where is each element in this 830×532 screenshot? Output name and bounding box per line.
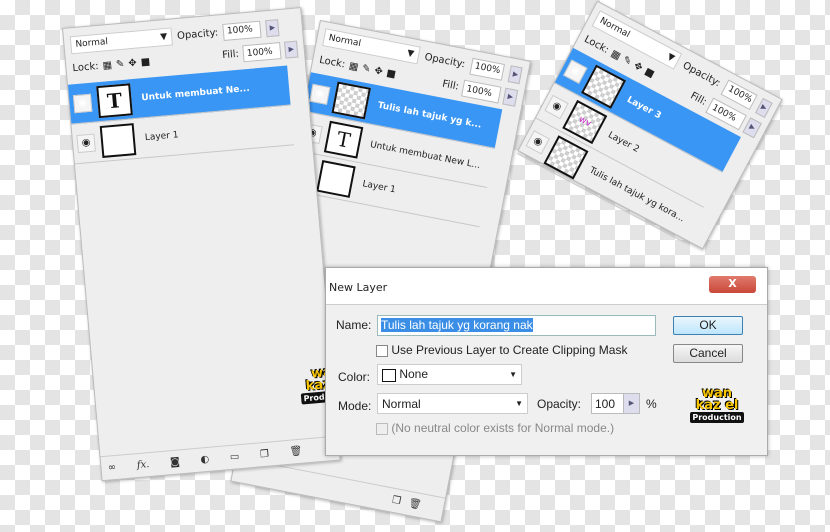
fill-input[interactable]: 100% [461,79,502,104]
opacity-input[interactable]: 100% [222,20,262,41]
eye-icon[interactable]: ◉ [309,83,331,105]
fill-label: Fill: [688,90,709,108]
chevron-down-icon: ▼ [159,31,168,43]
adjustment-icon[interactable]: ◐ [200,454,210,466]
color-select[interactable]: None ▼ [377,364,522,385]
layer-thumbnail: T [323,120,364,159]
mode-label: Mode: [338,399,372,413]
fill-input[interactable]: 100% [242,42,282,63]
fill-label: Fill: [441,78,460,93]
clipping-mask-label: Use Previous Layer to Create Clipping Ma… [391,343,628,357]
layer-thumbnail: T [96,82,133,118]
eye-icon[interactable]: ◉ [525,129,551,155]
chevron-down-icon: ▼ [515,399,523,408]
lock-all-icon[interactable]: ■ [643,66,657,80]
neutral-color-label: (No neutral color exists for Normal mode… [391,421,615,435]
chevron-down-icon: ▼ [509,370,517,379]
opacity-label: Opacity: [423,51,467,70]
lock-brush-icon[interactable]: ✎ [621,54,634,68]
layer-name: Layer 3 [625,94,663,121]
name-value: Tulis lah tajuk yg korang nak [381,318,533,332]
opacity-arrow-icon[interactable]: ▶ [623,393,640,414]
new-layer-icon[interactable]: ❐ [391,495,402,508]
name-input[interactable]: Tulis lah tajuk yg korang nak [377,315,656,336]
chevron-down-icon: ▼ [406,48,415,60]
name-label: Name: [336,318,372,332]
trash-icon[interactable]: 🗑 [408,498,423,511]
lock-all-icon[interactable]: ■ [140,56,150,68]
eye-icon[interactable]: ◉ [544,94,569,119]
clipping-mask-option[interactable]: Use Previous Layer to Create Clipping Ma… [376,343,627,357]
lock-transparency-icon[interactable]: ▦ [609,48,623,62]
logo: wankaz elProduction [690,387,744,430]
lock-move-icon[interactable]: ✥ [632,60,645,74]
lock-label: Lock: [72,60,100,75]
lock-transparency-icon[interactable]: ▦ [348,60,359,73]
blend-mode-value: Normal [327,33,362,50]
blend-mode-select[interactable]: Normal ▼ [69,27,173,55]
percent-label: % [646,397,657,411]
mask-icon[interactable]: ◙ [170,456,181,468]
new-layer-icon[interactable]: ❐ [260,449,270,461]
link-icon[interactable]: ∞ [107,462,116,474]
opacity-input[interactable]: 100 [591,393,624,414]
folder-icon[interactable]: ▭ [229,451,239,463]
layers-panel-front: Normal ▼ Opacity: 100% ▶ Lock: ▦ ✎ ✥ ■ Fill: … [62,7,356,482]
logo-text: kaz el [695,398,739,413]
color-label: Color: [338,370,371,384]
fill-label: Fill: [221,48,240,62]
fill-arrow-icon[interactable]: ▶ [502,87,519,107]
mode-select[interactable]: Normal ▼ [377,393,528,414]
layer-name: Layer 2 [606,129,641,155]
eye-icon[interactable]: ◉ [72,93,93,113]
eye-icon[interactable]: ◉ [76,133,96,153]
lock-all-icon[interactable]: ■ [385,68,396,81]
mode-value: Normal [382,396,421,411]
ok-button[interactable]: OK [673,316,743,335]
opacity-input[interactable]: 100% [469,57,506,81]
blend-mode-value: Normal [597,16,632,41]
neutral-color-checkbox [376,422,388,435]
layer-name: Tulis lah tajuk yg k... [376,100,483,131]
fill-arrow-icon[interactable]: ▶ [284,40,299,59]
color-swatch [382,368,396,382]
color-value: None [399,367,429,382]
fx-icon[interactable]: fx. [136,459,149,471]
blend-mode-value: Normal [75,37,109,50]
trash-icon[interactable]: 🗑 [289,446,303,458]
lock-brush-icon[interactable]: ✎ [116,59,125,71]
lock-transparency-icon[interactable]: ▦ [102,60,112,72]
layer-name: Layer 1 [361,178,397,195]
clipping-mask-checkbox[interactable] [376,344,388,357]
lock-label: Lock: [318,54,347,71]
opacity-arrow-icon[interactable]: ▶ [508,64,523,84]
close-button[interactable]: X [709,276,756,293]
opacity-label: Opacity: [537,397,582,411]
cancel-button[interactable]: Cancel [673,344,743,363]
eye-icon[interactable]: ◉ [563,59,588,84]
new-layer-dialog: New Layer X Name: Tulis lah tajuk yg kor… [325,267,768,456]
dialog-title: New Layer [326,268,767,304]
layer-name: Layer 1 [144,129,179,143]
opacity-arrow-icon[interactable]: ▶ [755,97,773,118]
chevron-down-icon: ▼ [665,51,677,64]
layer-thumbnail [99,122,137,158]
fill-arrow-icon[interactable]: ▶ [742,117,762,139]
layers-panel-right: Normal ▼ Opacity: 100% ▶ Lock: ▦ ✎ ✥ ■ Fill: … [516,0,783,250]
opacity-arrow-icon[interactable]: ▶ [265,18,280,37]
lock-move-icon[interactable]: ✥ [373,65,383,77]
opacity-label: Opacity: [176,26,219,42]
lock-brush-icon[interactable]: ✎ [361,63,371,75]
lock-move-icon[interactable]: ✥ [128,58,137,70]
layer-name: Untuk membuat New L... [369,139,482,171]
layer-thumbnail [316,159,356,198]
logo-text: Production [690,412,744,423]
lock-label: Lock: [582,33,611,56]
layer-name: Untuk membuat Ne... [140,83,251,103]
neutral-color-option: (No neutral color exists for Normal mode… [376,421,614,435]
layer-thumbnail [331,80,372,119]
